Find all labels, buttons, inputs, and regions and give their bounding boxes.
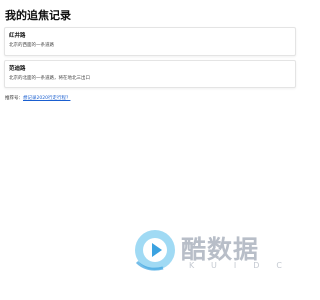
record-title: 范迪路 [9,66,26,72]
related-line: 推荐号：想记录2020行走行程？ [5,95,70,101]
page-title: 我的追焦记录 [5,9,71,22]
play-logo-icon [135,230,175,271]
related-link[interactable]: 想记录2020行走行程？ [23,96,70,101]
related-label: 推荐号： [5,96,23,101]
record-description: 北京的北面的一条道路，将在地北三出口 [9,76,90,81]
record-description: 北京的西面的一条道路 [9,43,54,48]
record-card[interactable]: 红井路 北京的西面的一条道路 [4,27,296,56]
watermark-subtext: KUIDC [189,261,299,270]
record-title: 红井路 [9,33,26,39]
watermark: 酷数据 KUIDC [133,228,283,278]
record-card[interactable]: 范迪路 北京的北面的一条道路，将在地北三出口 [4,60,296,88]
